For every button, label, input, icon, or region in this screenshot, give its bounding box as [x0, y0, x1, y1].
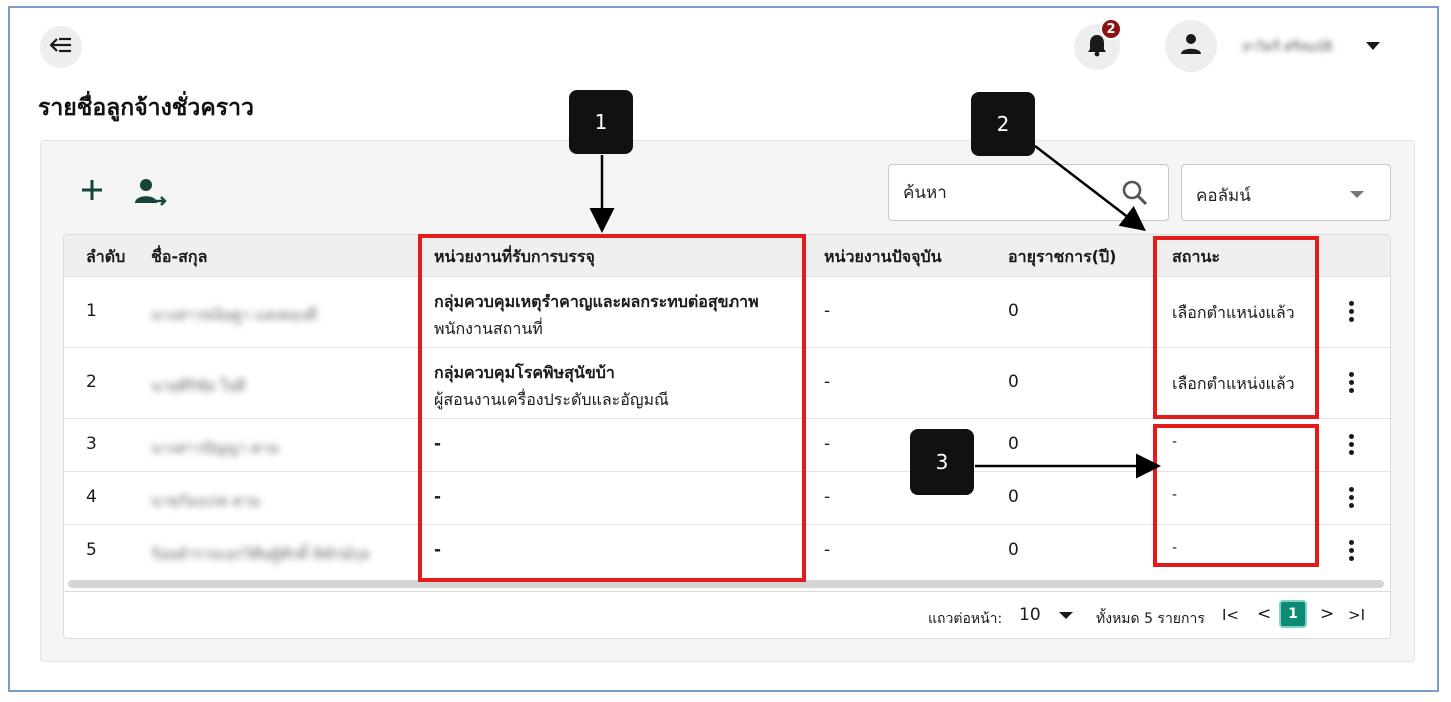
row-current-unit: -	[824, 434, 831, 454]
row-years: 0	[1008, 434, 1019, 454]
row-order: 4	[86, 487, 97, 507]
annotation-box-status-selected	[1153, 236, 1319, 419]
menu-collapse-icon	[49, 36, 72, 58]
row-current-unit: -	[824, 487, 831, 507]
transfer-person-button[interactable]	[134, 178, 168, 208]
last-page-button[interactable]: >I	[1348, 606, 1365, 624]
more-vert-icon[interactable]	[1349, 372, 1355, 396]
notifications-button[interactable]: 2	[1074, 18, 1122, 70]
prev-page-button[interactable]: <	[1257, 604, 1271, 624]
column-select-label: คอลัมน์	[1196, 186, 1251, 206]
user-menu-chevron-down-icon[interactable]	[1366, 42, 1380, 50]
row-years: 0	[1008, 372, 1019, 392]
annotation-marker-2: 2	[971, 92, 1035, 156]
page-title: รายชื่อลูกจ้างชั่วคราว	[38, 95, 254, 121]
username-label[interactable]: สาวิตรี ศรีสมบัติ	[1242, 36, 1352, 55]
row-years: 0	[1008, 487, 1019, 507]
page-button-current[interactable]: 1	[1279, 600, 1307, 628]
col-header-order[interactable]: ลำดับ	[86, 245, 125, 270]
user-avatar[interactable]	[1165, 20, 1217, 72]
notification-badge: 2	[1100, 18, 1122, 40]
person-icon	[1179, 32, 1203, 60]
column-select[interactable]: คอลัมน์	[1181, 164, 1391, 221]
row-current-unit: -	[824, 372, 831, 392]
row-order: 5	[86, 540, 97, 560]
search-box	[888, 164, 1169, 221]
col-header-current-unit[interactable]: หน่วยงานปัจจุบัน	[824, 245, 942, 270]
search-input[interactable]	[903, 165, 1113, 220]
add-button[interactable]	[78, 178, 106, 206]
next-page-button[interactable]: >	[1320, 604, 1334, 624]
table-pagination: แถวต่อหน้า: 10 ทั้งหมด 5 รายการ I< < 1 >…	[64, 591, 1390, 638]
row-name: ร้อยตำรวจเอกวิศิษฐ์ศักดิ์ พิทักษ์กุล	[151, 545, 370, 563]
col-header-service-years[interactable]: อายุราชการ(ปี)	[1008, 245, 1116, 270]
row-order: 1	[86, 301, 97, 321]
total-count-label: ทั้งหมด 5 รายการ	[1096, 611, 1205, 627]
chevron-down-icon[interactable]	[1059, 612, 1073, 619]
person-arrow-icon	[134, 179, 168, 212]
row-name: นายก้องเกด ตาม	[151, 492, 261, 510]
first-page-button[interactable]: I<	[1222, 606, 1239, 624]
annotation-marker-1: 1	[569, 90, 633, 154]
rows-per-page-label: แถวต่อหน้า:	[928, 611, 1003, 627]
more-vert-icon[interactable]	[1349, 434, 1355, 458]
annotation-box-assigned-unit	[418, 234, 806, 582]
row-years: 0	[1008, 540, 1019, 560]
more-vert-icon[interactable]	[1349, 487, 1355, 511]
row-name: นายศิริชัย ใจดี	[151, 377, 246, 395]
annotation-box-status-empty	[1153, 424, 1319, 567]
menu-collapse-button[interactable]	[40, 26, 82, 68]
search-icon[interactable]	[1121, 179, 1149, 211]
more-vert-icon[interactable]	[1349, 540, 1355, 564]
more-vert-icon[interactable]	[1349, 301, 1355, 325]
row-order: 2	[86, 372, 97, 392]
row-name: นางสาวขนิษฐา แสงทองดี	[151, 306, 317, 324]
chevron-down-icon	[1350, 191, 1364, 198]
annotation-marker-3: 3	[910, 429, 974, 495]
row-current-unit: -	[824, 301, 831, 321]
col-header-name[interactable]: ชื่อ-สกุล	[151, 245, 207, 270]
row-years: 0	[1008, 301, 1019, 321]
row-current-unit: -	[824, 540, 831, 560]
row-order: 3	[86, 434, 97, 454]
plus-icon	[80, 178, 104, 206]
row-name: นางสาวปัญญา ตาม	[151, 439, 280, 457]
rows-per-page-select[interactable]: 10	[1019, 605, 1041, 625]
